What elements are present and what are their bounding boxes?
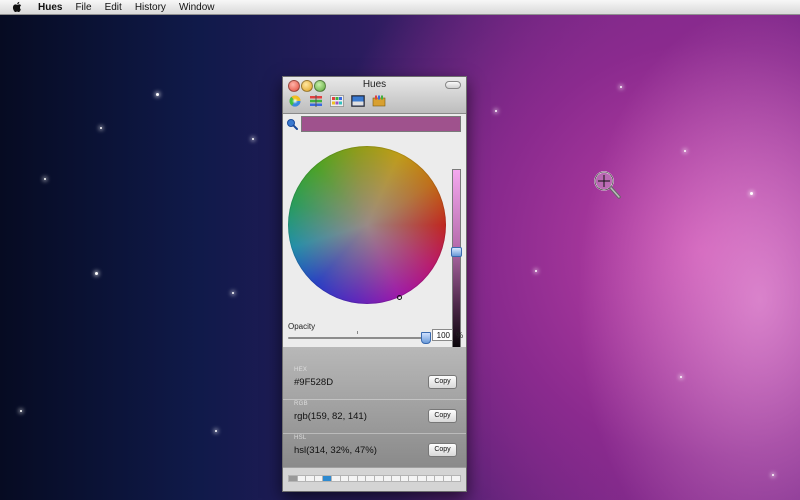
hex-row: HEX #9F528D Copy — [283, 365, 466, 400]
opacity-slider[interactable] — [288, 337, 426, 339]
copy-hex-button[interactable]: Copy — [428, 375, 457, 389]
opacity-slider-knob[interactable] — [421, 332, 431, 344]
opacity-label: Opacity — [288, 322, 316, 331]
rgb-value: rgb(159, 82, 141) — [294, 411, 367, 422]
toolbar-toggle-button[interactable] — [445, 81, 461, 89]
star — [750, 192, 753, 195]
star — [156, 93, 159, 96]
star — [100, 127, 102, 129]
brightness-slider[interactable] — [452, 169, 461, 354]
hsl-label: HSL — [294, 435, 307, 441]
hex-value: #9F528D — [294, 377, 334, 388]
menu-app-hues[interactable]: Hues — [38, 2, 62, 13]
star — [20, 410, 22, 412]
star — [495, 110, 497, 112]
swatch-cell[interactable] — [451, 475, 461, 482]
menu-edit[interactable]: Edit — [105, 2, 122, 13]
hsl-value: hsl(314, 32%, 47%) — [294, 445, 377, 456]
opacity-unit: % — [456, 331, 464, 340]
crayons-icon[interactable] — [371, 94, 387, 108]
hues-window: Hues Opacity 100 % HEX #9F528D Copy RGB … — [282, 76, 467, 492]
star — [95, 272, 98, 275]
brightness-slider-knob[interactable] — [451, 247, 462, 257]
menu-bar: Hues File Edit History Window — [0, 0, 800, 15]
star — [215, 430, 217, 432]
hsl-row: HSL hsl(314, 32%, 47%) Copy — [283, 433, 466, 467]
menu-history[interactable]: History — [135, 2, 166, 13]
color-wheel-marker[interactable] — [397, 295, 402, 300]
apple-logo-icon[interactable] — [10, 1, 24, 13]
color-wheel-icon[interactable] — [287, 94, 303, 108]
hex-label: HEX — [294, 367, 308, 373]
menu-file[interactable]: File — [75, 2, 91, 13]
star — [772, 474, 774, 476]
swatch-strip — [288, 475, 461, 482]
color-wheel[interactable] — [288, 146, 446, 304]
star — [684, 150, 686, 152]
opacity-slider-tick — [357, 331, 358, 334]
rgb-row: RGB rgb(159, 82, 141) Copy — [283, 399, 466, 434]
copy-hsl-button[interactable]: Copy — [428, 443, 457, 457]
opacity-input[interactable]: 100 — [432, 329, 453, 341]
star — [680, 376, 682, 378]
window-title: Hues — [362, 79, 387, 90]
picker-mode-toolbar — [287, 94, 387, 108]
star — [44, 178, 46, 180]
window-titlebar[interactable]: Hues — [283, 77, 466, 114]
copy-rgb-button[interactable]: Copy — [428, 409, 457, 423]
color-values-panel: HEX #9F528D Copy RGB rgb(159, 82, 141) C… — [283, 347, 466, 467]
magnifier-cursor-icon — [594, 171, 621, 199]
star — [535, 270, 537, 272]
color-picker-panel — [283, 114, 466, 354]
image-palette-icon[interactable] — [350, 94, 366, 108]
search-icon[interactable] — [286, 118, 298, 130]
current-color-swatch[interactable] — [301, 116, 461, 132]
menu-window[interactable]: Window — [179, 2, 215, 13]
rgb-label: RGB — [294, 401, 308, 407]
color-sliders-icon[interactable] — [308, 94, 324, 108]
star — [620, 86, 622, 88]
star — [232, 292, 234, 294]
saved-swatches-bar — [283, 467, 466, 491]
color-palette-icon[interactable] — [329, 94, 345, 108]
star — [252, 138, 254, 140]
